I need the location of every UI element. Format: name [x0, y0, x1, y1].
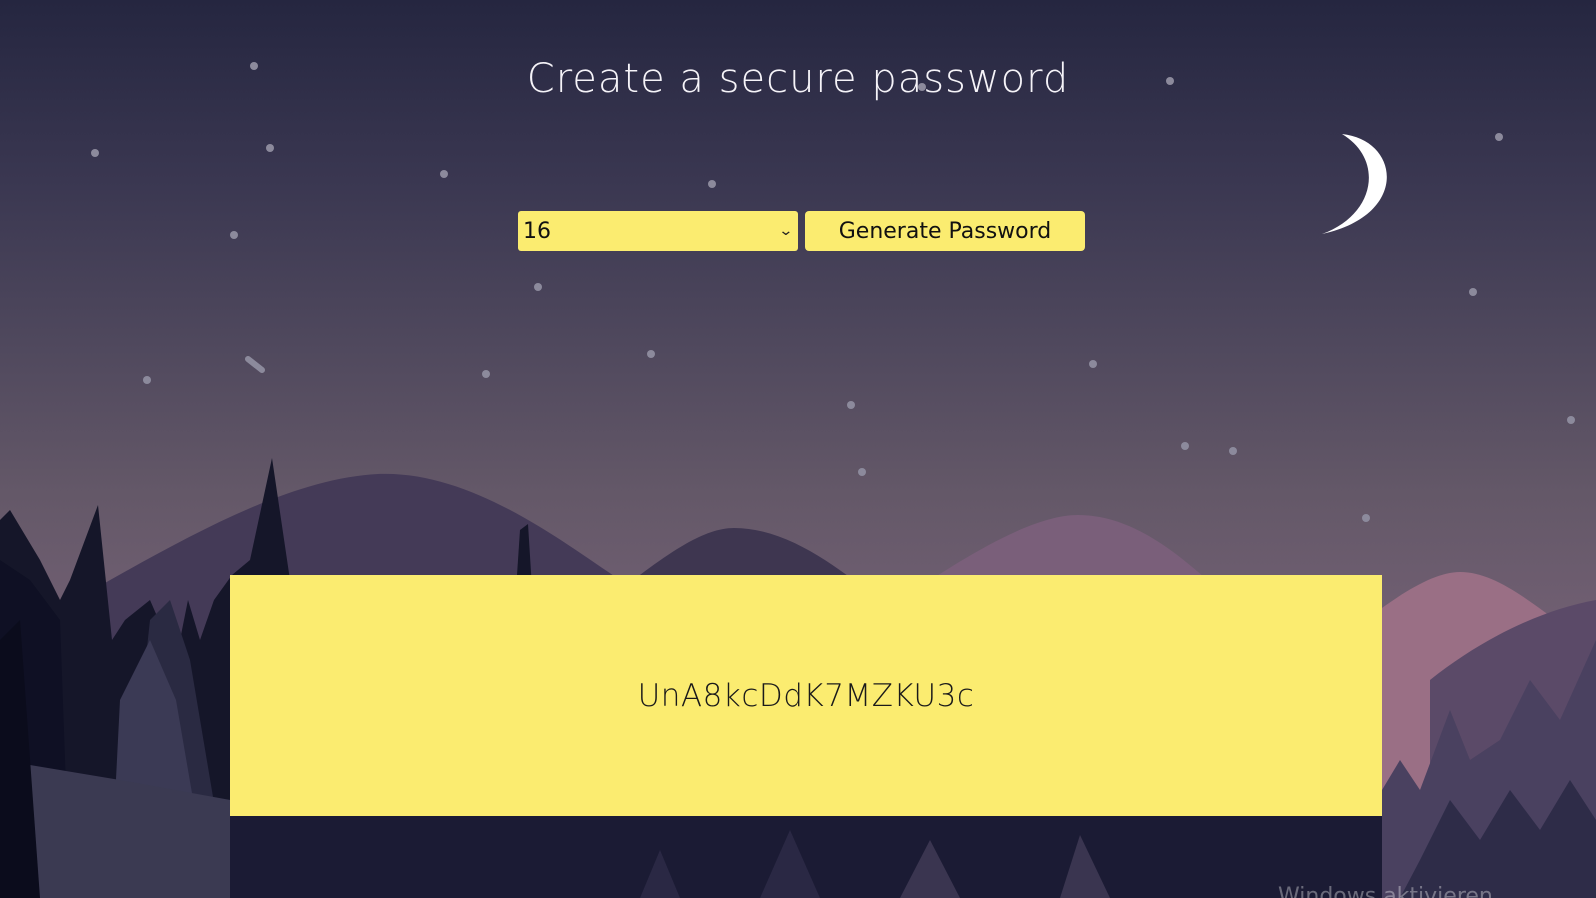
- page-title: Create a secure password: [526, 56, 1070, 102]
- chevron-down-icon: ⌄: [778, 223, 794, 239]
- stars: [91, 62, 1575, 522]
- password-output-box: UnA8kcDdK7MZKU3c: [230, 575, 1382, 816]
- windows-activation-watermark: Windows aktivieren: [1278, 884, 1493, 898]
- password-length-select[interactable]: 16 ⌄: [518, 211, 798, 251]
- password-length-value: 16: [523, 218, 551, 244]
- generate-password-button[interactable]: Generate Password: [805, 211, 1085, 251]
- crescent-moon-icon: [1322, 134, 1387, 234]
- password-controls: 16 ⌄ Generate Password: [518, 211, 1085, 251]
- generated-password-text: UnA8kcDdK7MZKU3c: [637, 677, 975, 714]
